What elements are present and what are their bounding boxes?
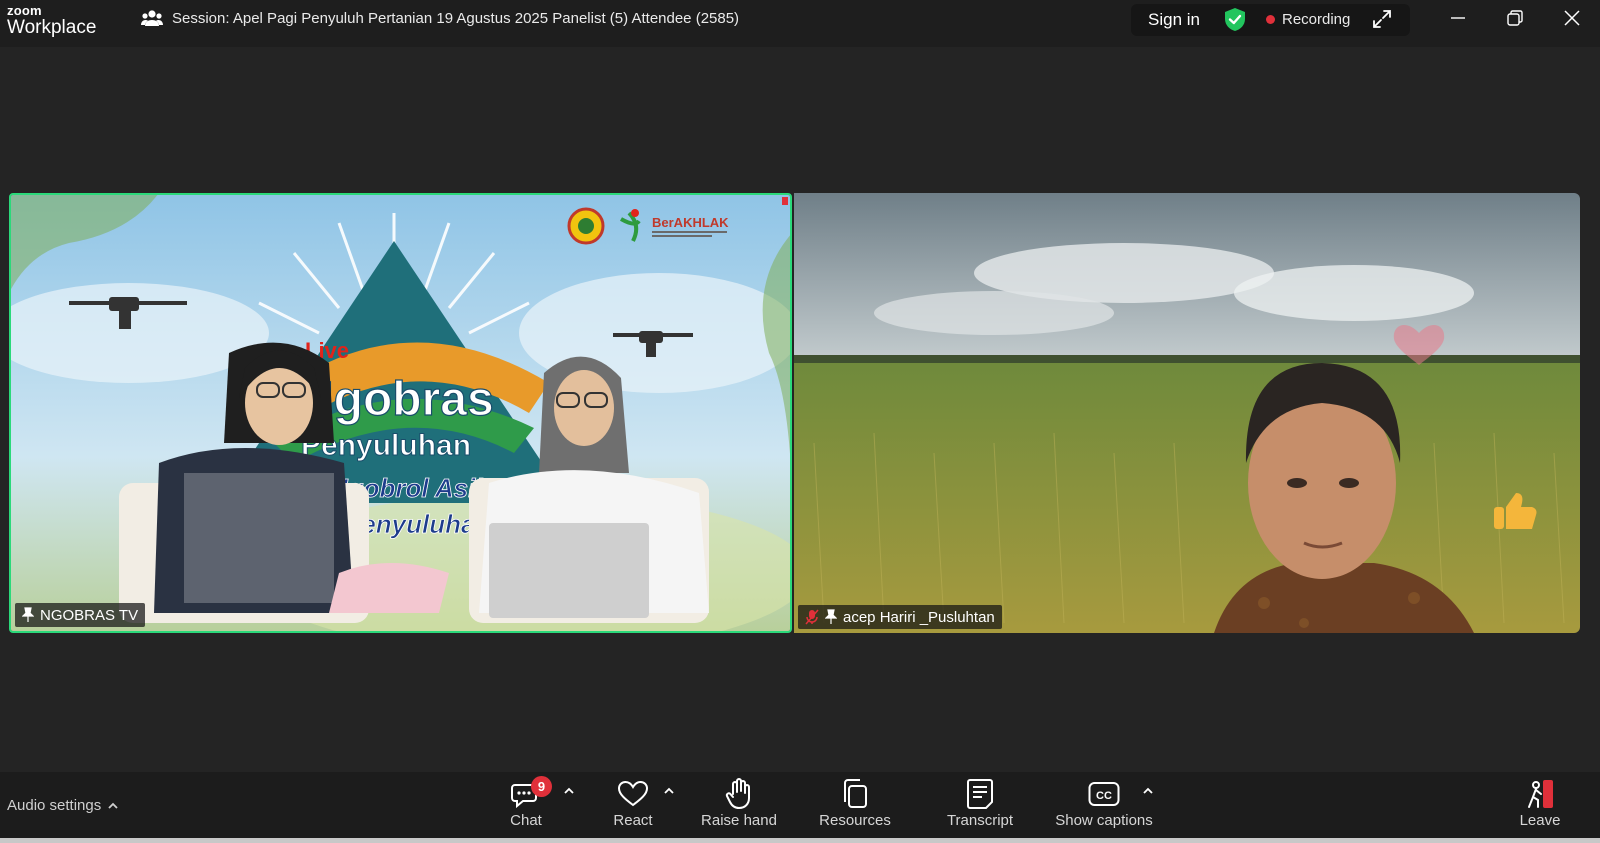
raise-hand-button[interactable]: Raise hand [696, 777, 782, 829]
audio-settings-button[interactable]: Audio settings [7, 797, 119, 814]
meeting-toolbar: Audio settings Chat 9 React Raise hand R… [0, 772, 1600, 843]
title-bar: zoom Workplace Session: Apel Pagi Penyul… [0, 0, 1600, 47]
acep-hariri-video-feed [794, 193, 1580, 633]
show-captions-label: Show captions [1055, 812, 1153, 829]
expand-icon[interactable] [1371, 8, 1393, 30]
closed-captions-icon: CC [1088, 782, 1120, 806]
pin-icon [825, 609, 837, 624]
chat-options-chevron-icon[interactable] [563, 786, 575, 796]
chevron-up-icon [108, 802, 118, 809]
transcript-icon [967, 779, 993, 809]
session-info: Session: Apel Pagi Penyuluh Pertanian 19… [141, 9, 739, 27]
participants-icon [141, 10, 163, 26]
logo-workplace-text: Workplace [7, 17, 97, 38]
restore-icon[interactable] [1505, 8, 1525, 28]
transcript-label: Transcript [946, 812, 1014, 829]
participant-namebar: acep Hariri _Pusluhtan [798, 605, 1002, 629]
raise-hand-label: Raise hand [701, 812, 777, 829]
muted-mic-icon [805, 609, 819, 625]
minimize-icon[interactable] [1448, 8, 1468, 28]
leave-button[interactable]: Leave [1515, 777, 1565, 829]
resources-button[interactable]: Resources [812, 777, 898, 829]
zoom-workplace-logo: zoom Workplace [7, 4, 96, 37]
raise-hand-icon [725, 778, 750, 809]
react-label: React [613, 812, 653, 829]
sign-in-button[interactable]: Sign in [1148, 10, 1200, 30]
audio-settings-label: Audio settings [7, 797, 102, 814]
security-shield-icon[interactable] [1224, 7, 1246, 32]
video-tile-ngobras-tv[interactable]: Live Ngobras Penyuluhan Ngobrol Asik Pen… [9, 193, 792, 633]
participant-namebar: NGOBRAS TV [15, 603, 146, 627]
leave-icon [1528, 780, 1553, 808]
show-captions-button[interactable]: CC Show captions [1052, 777, 1156, 829]
chat-label: Chat [510, 812, 542, 829]
leave-label: Leave [1519, 812, 1561, 829]
taskbar-edge [0, 838, 1600, 843]
transcript-button[interactable]: Transcript [938, 777, 1022, 829]
heart-icon [617, 780, 649, 807]
resources-icon [844, 779, 867, 808]
pin-icon [22, 607, 34, 622]
participant-name: acep Hariri _Pusluhtan [843, 608, 995, 626]
chat-unread-badge: 9 [531, 776, 552, 797]
react-options-chevron-icon[interactable] [663, 786, 675, 796]
resources-label: Resources [819, 812, 891, 829]
participant-name: NGOBRAS TV [40, 606, 139, 624]
close-icon[interactable] [1562, 8, 1582, 28]
recording-label: Recording [1282, 11, 1351, 28]
ngobras-tv-video-feed: Live Ngobras Penyuluhan Ngobrol Asik Pen… [11, 195, 790, 631]
recording-indicator[interactable]: Recording [1266, 11, 1350, 28]
logo-zoom-text: zoom [7, 3, 42, 18]
recording-dot-icon [1266, 15, 1275, 24]
berakhlak-logo-text: BerAKHLAK [652, 215, 729, 230]
captions-options-chevron-icon[interactable] [1142, 786, 1154, 796]
svg-text:CC: CC [1096, 790, 1112, 802]
tile-corner-marker [782, 197, 788, 205]
react-button[interactable]: React [604, 777, 662, 829]
video-tile-acep-hariri[interactable]: acep Hariri _Pusluhtan [794, 193, 1580, 633]
session-title: Session: Apel Pagi Penyuluh Pertanian 19… [172, 9, 740, 27]
